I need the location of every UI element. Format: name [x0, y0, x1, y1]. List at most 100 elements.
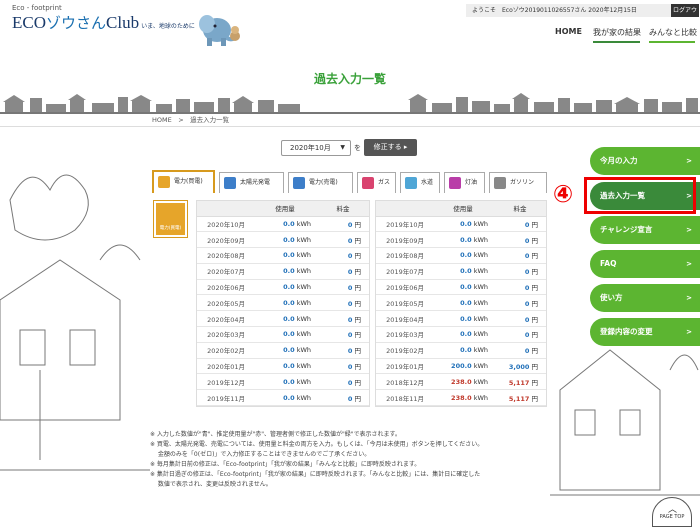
nav-home[interactable]: HOME	[555, 27, 582, 36]
row-fee: 0 円	[317, 216, 369, 233]
usage-value: 0.0	[283, 235, 295, 244]
row-usage: 0.0 kWh	[432, 310, 494, 328]
site-logo[interactable]: ECOゾウさんClub いま、地球のために	[12, 12, 195, 33]
fee-unit: 円	[354, 347, 362, 356]
step-number: ④	[552, 180, 574, 208]
chevron-right-icon: >	[686, 328, 692, 336]
month-select[interactable]: 2020年10月 ▼	[281, 140, 351, 156]
tab-label: 太陽光発電	[240, 179, 271, 186]
history-table-left: 使用量 料金 2020年10月 0.0 kWh 0 円 2020年09月 0.0 kWh…	[196, 200, 370, 408]
side-menu-profile[interactable]: 登録内容の変更 >	[590, 318, 700, 346]
tab-kerosene[interactable]: 灯油	[444, 172, 485, 193]
usage-value: 0.0	[283, 298, 295, 307]
fee-value: 0	[524, 252, 530, 261]
row-fee: 0 円	[494, 342, 546, 359]
usage-value: 0.0	[283, 251, 295, 260]
tab-power-buy[interactable]: 電力(買電)	[152, 170, 215, 193]
chevron-right-icon: >	[686, 157, 692, 165]
tab-power-sell[interactable]: 電力(売電)	[288, 172, 353, 193]
table-row: 2020年07月 0.0 kWh 0 円	[197, 263, 369, 280]
month-select-value: 2020年10月	[290, 144, 331, 152]
side-menu-faq[interactable]: FAQ >	[590, 250, 700, 278]
fee-value: 0	[524, 315, 530, 324]
house-sketch-left	[0, 174, 150, 471]
usage-value: 0.0	[460, 251, 472, 260]
fee-unit: 円	[354, 331, 362, 340]
nav-my-results[interactable]: 我が家の結果	[593, 27, 641, 38]
usage-value: 238.0	[451, 377, 472, 386]
usage-unit: kWh	[473, 251, 488, 260]
fuel-pump-icon	[494, 177, 506, 189]
side-menu-past-list[interactable]: 過去入力一覧 >	[590, 182, 700, 210]
usage-value: 0.0	[283, 267, 295, 276]
faucet-icon	[405, 177, 417, 189]
note-line: ※ 入力した数値が"青"、推定使用量が"赤"、管理者側で修正した数値が"緑"で表…	[150, 431, 401, 438]
row-month: 2019年08月	[376, 247, 432, 264]
fee-value: 0	[524, 220, 530, 229]
fee-unit: 円	[531, 363, 539, 372]
note-line: ※ 買電、太陽光発電、売電については、使用量と料金の両方を入力。もしくは、「今月…	[150, 441, 484, 448]
fee-value: 0	[347, 315, 353, 324]
fee-value: 0	[347, 252, 353, 261]
fix-button[interactable]: 修正する ▸	[364, 139, 417, 156]
table-row: 2019年01月 200.0 kWh 3,000 円	[376, 358, 546, 375]
row-fee: 0 円	[494, 216, 546, 233]
fee-unit: 円	[531, 268, 539, 277]
side-menu-label: FAQ	[600, 259, 617, 268]
row-usage: 200.0 kWh	[432, 358, 494, 375]
tab-gasoline[interactable]: ガソリン	[489, 172, 547, 193]
row-month: 2018年12月	[376, 373, 432, 391]
row-fee: 0 円	[494, 247, 546, 264]
col-usage: 使用量	[432, 201, 494, 217]
fee-unit: 円	[531, 252, 539, 261]
row-month: 2020年08月	[197, 247, 253, 264]
logo-club: Club	[106, 13, 140, 32]
side-menu-this-month[interactable]: 今月の入力 >	[590, 147, 700, 175]
town-skyline-illustration	[0, 93, 700, 114]
usage-unit: kWh	[473, 330, 488, 339]
tab-label: ガス	[378, 179, 391, 186]
usage-unit: kWh	[296, 283, 311, 292]
row-month: 2020年04月	[197, 310, 253, 328]
logo-tagline: いま、地球のために	[141, 24, 195, 30]
row-fee: 0 円	[494, 263, 546, 280]
fee-unit: 円	[354, 220, 362, 229]
divider	[0, 126, 700, 127]
category-indicator: 電力(買電)	[153, 200, 188, 238]
usage-unit: kWh	[473, 377, 488, 386]
fee-unit: 円	[354, 299, 362, 308]
welcome-message: ようこそ Ecoゾウ2019011026557さん 2020年12月15日	[466, 4, 671, 17]
nav-compare[interactable]: みんなと比較	[649, 27, 697, 38]
table-row: 2019年02月 0.0 kWh 0 円	[376, 342, 546, 359]
tab-gas[interactable]: ガス	[357, 172, 396, 193]
usage-unit: kWh	[473, 346, 488, 355]
row-usage: 0.0 kWh	[253, 389, 317, 407]
tab-water[interactable]: 水道	[400, 172, 440, 193]
tab-solar[interactable]: 太陽光発電	[219, 172, 284, 193]
row-month: 2019年06月	[376, 279, 432, 296]
usage-value: 0.0	[283, 362, 295, 371]
note-line: 数値で表示され、変更は反映されません。	[150, 481, 272, 488]
row-usage: 0.0 kWh	[253, 294, 317, 312]
table-row: 2020年05月 0.0 kWh 0 円	[197, 294, 369, 312]
side-menu-howto[interactable]: 使い方 >	[590, 284, 700, 312]
chevron-up-icon: ︿	[668, 505, 678, 515]
row-month: 2020年03月	[197, 326, 253, 343]
usage-unit: kWh	[473, 362, 488, 371]
fee-unit: 円	[531, 347, 539, 356]
fee-unit: 円	[354, 363, 362, 372]
side-menu-label: 今月の入力	[600, 156, 638, 165]
fee-unit: 円	[354, 394, 362, 403]
chevron-right-icon: >	[686, 226, 692, 234]
row-month: 2019年11月	[197, 389, 253, 407]
usage-unit: kWh	[473, 219, 488, 228]
breadcrumb: HOME > 過去入力一覧	[152, 116, 230, 124]
side-menu-challenge[interactable]: チャレンジ宣言 >	[590, 216, 700, 244]
logout-button[interactable]: ログアウト	[671, 4, 699, 27]
page-top-button[interactable]: ︿ PAGE TOP	[652, 497, 692, 527]
gas-flame-icon	[362, 177, 374, 189]
category-label: 電力(買電)	[159, 226, 182, 231]
fee-unit: 円	[531, 315, 539, 324]
row-usage: 0.0 kWh	[432, 279, 494, 296]
usage-unit: kWh	[473, 267, 488, 276]
